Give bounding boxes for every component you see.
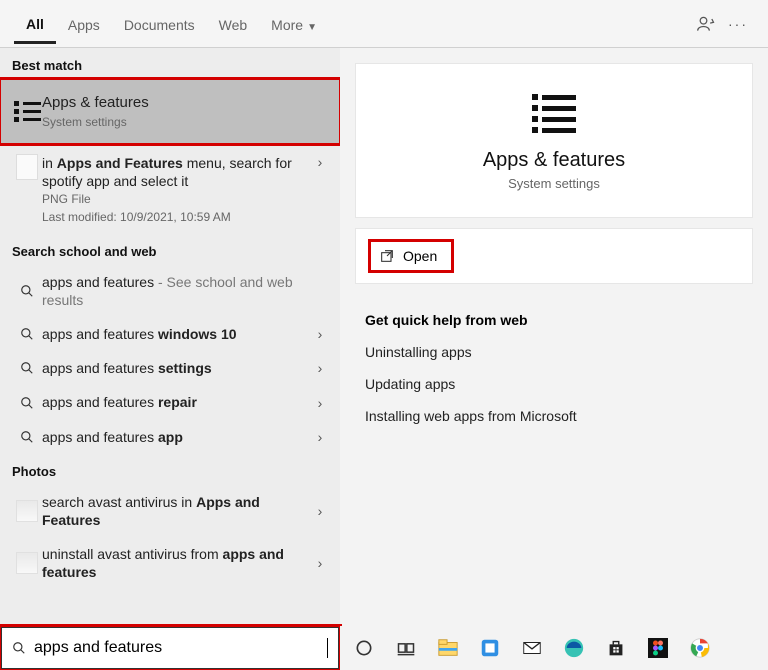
photo-result[interactable]: uninstall avast antivirus from apps and …: [0, 537, 340, 589]
chevron-down-icon: ▼: [307, 22, 317, 33]
taskbar-figma-icon[interactable]: [644, 634, 672, 662]
quick-help-link[interactable]: Updating apps: [365, 376, 743, 392]
preview-panel: Apps & features System settings Open Get…: [340, 48, 768, 626]
photo-thumb-icon: [12, 552, 42, 574]
tab-all[interactable]: All: [14, 4, 56, 44]
best-match-title: Apps & features: [42, 93, 326, 113]
suggestion-text: apps and features windows 10: [42, 325, 310, 343]
best-match-header: Best match: [0, 48, 340, 79]
photo-thumb-icon: [12, 500, 42, 522]
chevron-right-icon: ›: [310, 503, 330, 519]
file-result-modified: Last modified: 10/9/2021, 10:59 AM: [42, 210, 306, 226]
open-button-label: Open: [403, 248, 437, 264]
file-thumb-icon: [12, 154, 42, 180]
text-caret: [327, 638, 328, 658]
feedback-icon[interactable]: [690, 8, 722, 40]
search-icon: [12, 361, 42, 375]
tab-more[interactable]: More▼: [259, 5, 329, 43]
photo-result-text: search avast antivirus in Apps and Featu…: [42, 493, 310, 529]
taskbar: [340, 626, 768, 670]
taskbar-store-icon[interactable]: [602, 634, 630, 662]
tab-apps[interactable]: Apps: [56, 5, 112, 43]
taskbar-edge-icon[interactable]: [560, 634, 588, 662]
apps-features-icon: [12, 101, 42, 122]
photos-header: Photos: [0, 454, 340, 485]
photo-result-text: uninstall avast antivirus from apps and …: [42, 545, 310, 581]
quick-help-section: Get quick help from web Uninstalling app…: [365, 312, 743, 440]
preview-subtitle: System settings: [508, 176, 600, 191]
search-icon: [12, 396, 42, 410]
web-suggestion[interactable]: apps and features repair›: [0, 385, 340, 419]
photo-result[interactable]: search avast antivirus in Apps and Featu…: [0, 485, 340, 537]
suggestion-text: apps and features repair: [42, 393, 310, 411]
search-icon: [12, 284, 42, 298]
web-suggestion[interactable]: apps and features app›: [0, 420, 340, 454]
chevron-right-icon: ›: [310, 395, 330, 411]
taskbar-app-blue-icon[interactable]: [476, 634, 504, 662]
best-match-result[interactable]: Apps & features System settings: [0, 79, 340, 144]
apps-features-icon-large: [532, 94, 576, 133]
search-input[interactable]: [34, 639, 325, 657]
taskbar-taskview-icon[interactable]: [392, 634, 420, 662]
more-options-icon[interactable]: ···: [722, 8, 754, 40]
search-icon: [12, 430, 42, 444]
suggestion-text: apps and features - See school and web r…: [42, 273, 310, 309]
file-result-title: in Apps and Features menu, search for sp…: [42, 154, 306, 190]
tab-documents[interactable]: Documents: [112, 5, 207, 43]
web-suggestion[interactable]: apps and features settings›: [0, 351, 340, 385]
quick-help-link[interactable]: Uninstalling apps: [365, 344, 743, 360]
taskbar-mail-icon[interactable]: [518, 634, 546, 662]
best-match-subtitle: System settings: [42, 115, 326, 131]
preview-title: Apps & features: [483, 149, 625, 172]
chevron-right-icon: ›: [310, 154, 330, 170]
tab-web[interactable]: Web: [207, 5, 260, 43]
chevron-right-icon: ›: [310, 555, 330, 571]
web-suggestion[interactable]: apps and features - See school and web r…: [0, 265, 340, 317]
results-panel: Best match Apps & features System settin…: [0, 48, 340, 626]
search-tabs-bar: All Apps Documents Web More▼ ···: [0, 0, 768, 48]
file-result[interactable]: in Apps and Features menu, search for sp…: [0, 144, 340, 234]
chevron-right-icon: ›: [310, 326, 330, 342]
taskbar-chrome-icon[interactable]: [686, 634, 714, 662]
web-suggestion[interactable]: apps and features windows 10›: [0, 317, 340, 351]
suggestion-text: apps and features settings: [42, 359, 310, 377]
taskbar-explorer-icon[interactable]: [434, 634, 462, 662]
chevron-right-icon: ›: [310, 429, 330, 445]
quick-help-link[interactable]: Installing web apps from Microsoft: [365, 408, 743, 424]
chevron-right-icon: ›: [310, 360, 330, 376]
school-web-header: Search school and web: [0, 234, 340, 265]
taskbar-cortana-icon[interactable]: [350, 634, 378, 662]
suggestion-text: apps and features app: [42, 428, 310, 446]
preview-card: Apps & features System settings: [355, 63, 753, 218]
open-icon: [379, 248, 395, 264]
preview-actions: Open: [355, 228, 753, 284]
file-result-type: PNG File: [42, 192, 306, 208]
quick-help-title: Get quick help from web: [365, 312, 743, 328]
search-icon: [12, 641, 26, 655]
open-button[interactable]: Open: [368, 239, 454, 273]
search-icon: [12, 327, 42, 341]
search-input-container[interactable]: [0, 626, 340, 670]
